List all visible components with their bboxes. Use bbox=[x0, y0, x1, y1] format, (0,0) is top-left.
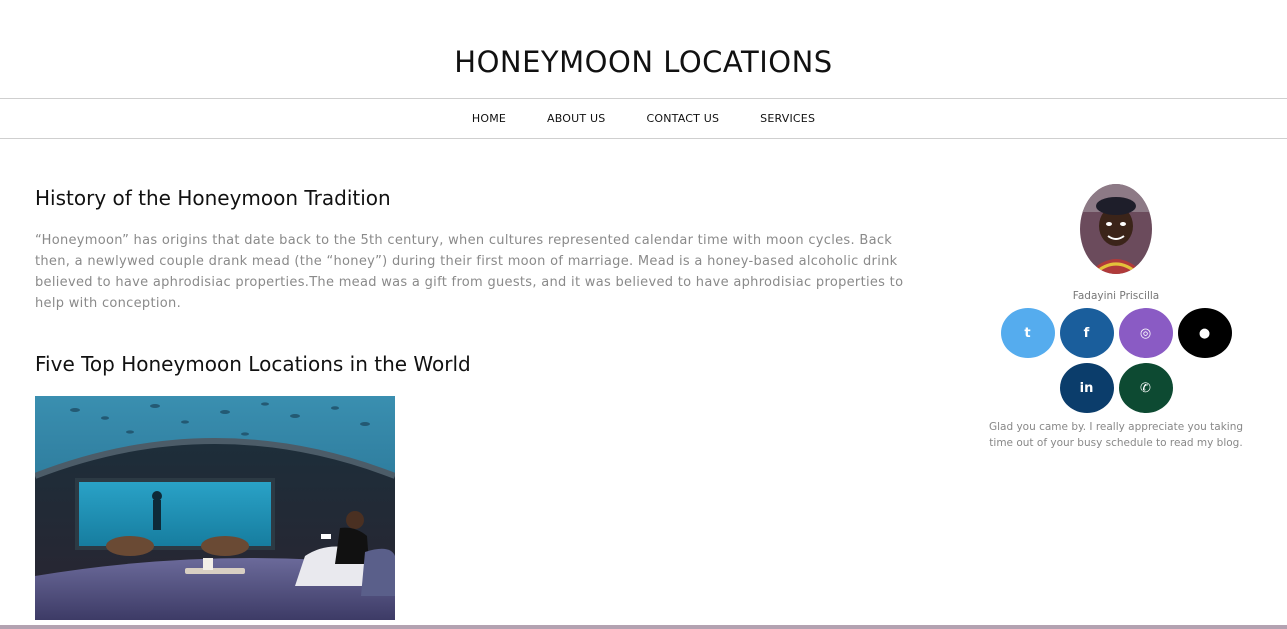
honeymoon-suite-photo bbox=[35, 396, 395, 620]
author-avatar bbox=[1080, 184, 1152, 274]
facebook-icon: f bbox=[1083, 325, 1090, 341]
whatsapp-icon: ✆ bbox=[1140, 380, 1151, 396]
social-links: t f ◎ ● in ✆ bbox=[996, 308, 1236, 413]
twitter-icon: t bbox=[1024, 325, 1031, 341]
history-heading: History of the Honeymoon Tradition bbox=[35, 186, 391, 210]
whatsapp-button[interactable]: ✆ bbox=[1118, 363, 1173, 413]
nav-contact-us[interactable]: CONTACT US bbox=[646, 112, 719, 125]
nav-about-us[interactable]: ABOUT US bbox=[547, 112, 605, 125]
main-content: History of the Honeymoon Tradition “Hone… bbox=[35, 186, 915, 620]
main-nav: HOME ABOUT US CONTACT US SERVICES bbox=[0, 99, 1287, 139]
github-button[interactable]: ● bbox=[1177, 308, 1232, 358]
instagram-icon: ◎ bbox=[1139, 325, 1152, 341]
sidebar: Fadayini Priscilla t f ◎ ● in ✆ Glad you… bbox=[985, 184, 1247, 451]
site-title: HONEYMOON LOCATIONS bbox=[454, 45, 833, 79]
bottom-scroll-strip bbox=[0, 625, 1287, 629]
facebook-button[interactable]: f bbox=[1059, 308, 1114, 358]
instagram-button[interactable]: ◎ bbox=[1118, 308, 1173, 358]
top-locations-heading: Five Top Honeymoon Locations in the Worl… bbox=[35, 352, 471, 376]
linkedin-button[interactable]: in bbox=[1059, 363, 1114, 413]
history-paragraph: “Honeymoon” has origins that date back t… bbox=[35, 233, 904, 311]
nav-services[interactable]: SERVICES bbox=[760, 112, 815, 125]
twitter-button[interactable]: t bbox=[1000, 308, 1055, 358]
site-header: HONEYMOON LOCATIONS bbox=[0, 0, 1287, 99]
author-name: Fadayini Priscilla bbox=[1072, 290, 1160, 302]
linkedin-icon: in bbox=[1079, 380, 1094, 396]
github-icon: ● bbox=[1198, 325, 1211, 341]
author-bio: Glad you came by. I really appreciate yo… bbox=[988, 421, 1244, 449]
nav-home[interactable]: HOME bbox=[472, 112, 506, 125]
